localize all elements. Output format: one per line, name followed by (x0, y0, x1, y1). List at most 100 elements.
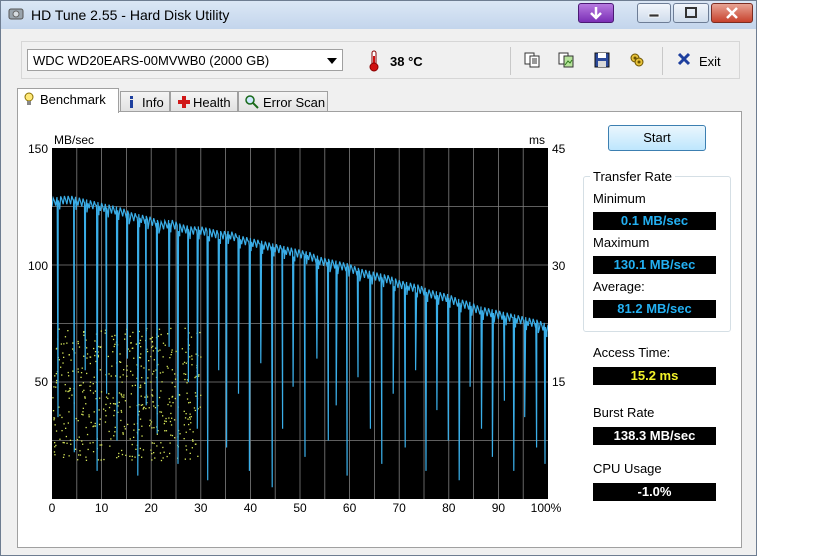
access-time-point (151, 453, 153, 455)
access-time-point (144, 382, 146, 384)
save-icon[interactable] (593, 51, 611, 69)
access-time-point (153, 442, 155, 444)
access-time-point (151, 427, 153, 429)
access-time-point (126, 369, 128, 371)
access-time-point (105, 396, 108, 398)
access-time-value: 15.2 ms (593, 367, 716, 385)
access-time-point (187, 418, 189, 420)
access-time-point (81, 367, 83, 369)
access-time-point (55, 373, 57, 375)
access-time-point (138, 454, 140, 456)
access-time-point (114, 334, 116, 337)
access-time-point (133, 436, 135, 438)
access-time-point (146, 350, 149, 353)
tab-info[interactable]: Info (120, 91, 170, 112)
access-time-point (194, 376, 196, 379)
access-time-point (130, 393, 132, 395)
access-time-point (190, 422, 192, 424)
access-time-point (59, 438, 61, 440)
access-time-point (170, 327, 172, 330)
access-time-point (194, 409, 196, 412)
access-time-point (77, 342, 79, 345)
minimize-button[interactable] (637, 3, 671, 23)
drive-select[interactable]: WDC WD20EARS-00MVWB0 (2000 GB) (27, 49, 343, 71)
access-time-point (139, 357, 142, 359)
tab-health[interactable]: Health (170, 91, 238, 112)
access-time-point (94, 340, 96, 342)
y-tick-label: 50 (34, 375, 48, 389)
maximum-label: Maximum (593, 235, 650, 250)
access-time-point (54, 424, 56, 426)
access-time-point (194, 443, 197, 445)
access-time-point (192, 440, 194, 442)
y2-tick-label: 30 (552, 259, 566, 273)
access-time-point (159, 411, 161, 413)
options-icon[interactable] (628, 51, 646, 69)
access-time-point (119, 376, 121, 378)
maximize-button[interactable] (673, 3, 709, 23)
close-button[interactable] (711, 3, 753, 23)
access-time-point (114, 343, 116, 345)
access-time-point (64, 336, 67, 338)
y-tick-label: 100 (27, 259, 48, 273)
tab-error-scan[interactable]: Error Scan (238, 91, 328, 112)
access-time-point (93, 376, 95, 378)
access-time-point (141, 456, 143, 458)
access-time-point (129, 335, 131, 337)
access-time-point (132, 374, 134, 376)
access-time-point (55, 382, 58, 384)
tab-benchmark[interactable]: Benchmark (17, 88, 119, 113)
access-time-point (70, 443, 72, 445)
access-time-point (160, 411, 163, 413)
access-time-point (66, 342, 68, 344)
access-time-point (54, 375, 56, 377)
access-time-point (160, 333, 162, 336)
close-icon (726, 7, 738, 19)
tab-label: Benchmark (40, 92, 106, 107)
access-time-point (82, 414, 84, 416)
access-time-point (118, 452, 120, 455)
download-arrow-icon (590, 7, 602, 20)
download-button[interactable] (578, 3, 614, 23)
access-time-point (92, 383, 94, 385)
access-time-point (100, 459, 102, 461)
access-time-point (143, 367, 145, 369)
access-time-point (191, 447, 193, 449)
access-time-point (167, 333, 169, 335)
access-time-point (142, 408, 144, 410)
access-time-point (131, 459, 133, 461)
access-time-point (133, 429, 135, 431)
access-time-point (195, 395, 197, 397)
title-bar[interactable]: HD Tune 2.55 - Hard Disk Utility (1, 1, 756, 29)
access-time-point (62, 352, 64, 354)
access-time-point (169, 442, 171, 444)
access-time-point (77, 420, 79, 422)
copy-screenshot-icon[interactable] (557, 51, 575, 69)
exit-label[interactable]: Exit (699, 54, 721, 69)
copy-text-icon[interactable] (523, 51, 541, 69)
start-button[interactable]: Start (608, 125, 706, 151)
access-time-point (154, 407, 157, 409)
x-tick-label: 60 (342, 501, 357, 515)
access-time-point (192, 439, 194, 441)
access-time-point (195, 353, 197, 355)
access-time-point (86, 372, 88, 375)
x-tick-label: 80 (442, 501, 456, 515)
cpu-usage-label: CPU Usage (593, 461, 662, 476)
access-time-point (86, 353, 89, 355)
access-time-point (53, 386, 55, 388)
access-time-point (79, 454, 82, 456)
access-time-point (183, 438, 185, 440)
toolbar: WDC WD20EARS-00MVWB0 (2000 GB) 38 °C Exi… (21, 41, 740, 79)
access-time-point (108, 393, 110, 395)
access-time-point (82, 407, 84, 409)
access-time-point (188, 423, 190, 426)
burst-rate-value: 138.3 MB/sec (593, 427, 716, 445)
access-time-point (185, 362, 187, 364)
access-time-point (115, 375, 117, 377)
exit-icon[interactable] (676, 51, 692, 67)
access-time-point (189, 401, 191, 404)
access-time-point (148, 360, 150, 362)
access-time-point (126, 365, 128, 367)
access-time-point (179, 433, 181, 435)
